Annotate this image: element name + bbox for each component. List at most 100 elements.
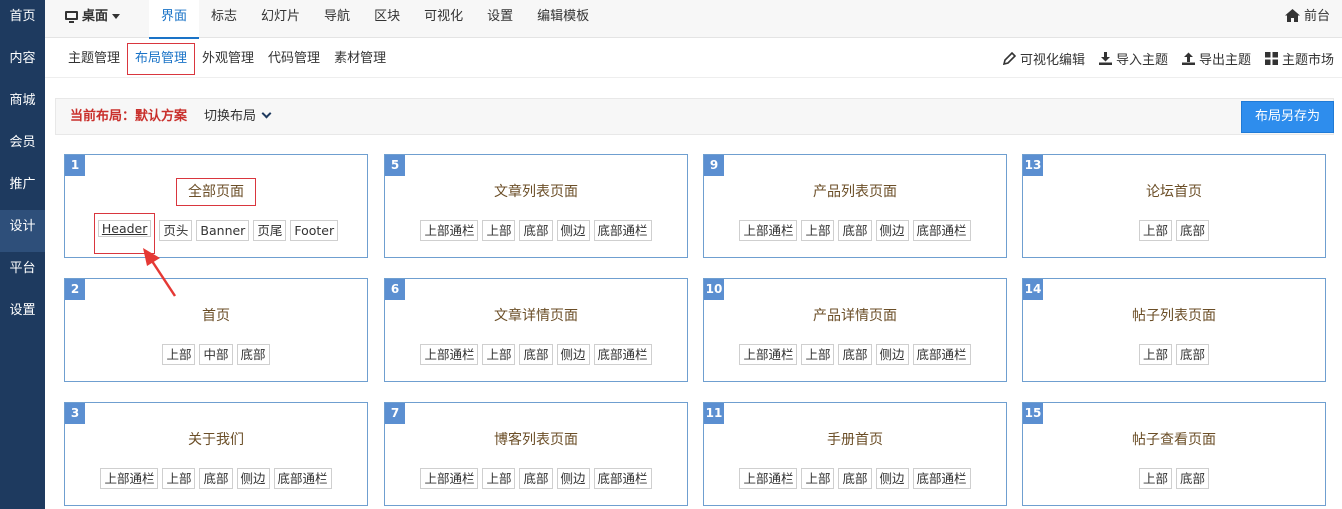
region-tag[interactable]: 侧边 <box>875 344 909 365</box>
region-tag[interactable]: 上部 <box>482 468 516 489</box>
region-tag[interactable]: 底部通栏 <box>593 468 652 489</box>
region-tag[interactable]: 上部通栏 <box>420 468 479 489</box>
layout-card: 6 文章详情页面 上部通栏 上部 底部 侧边 底部通栏 <box>384 278 688 382</box>
card-title[interactable]: 文章列表页面 <box>385 183 687 201</box>
top-tab[interactable]: 导航 <box>312 0 362 38</box>
region-tag[interactable]: 页头 <box>159 220 193 241</box>
sidebar-item[interactable]: 推广 <box>0 168 45 210</box>
region-tag[interactable]: Footer <box>290 220 339 241</box>
layout-card: 3 关于我们上部通栏 上部 底部 侧边 底部通栏 <box>64 402 368 506</box>
sidebar-item[interactable]: 会员 <box>0 126 45 168</box>
region-tag[interactable]: 上部 <box>482 220 516 241</box>
region-tag[interactable]: 上部 <box>482 344 516 365</box>
region-tag[interactable]: 底部 <box>199 468 233 489</box>
region-tag[interactable]: 底部 <box>519 220 553 241</box>
region-tag[interactable]: 底部 <box>1176 468 1210 489</box>
region-tag[interactable]: 侧边 <box>556 468 590 489</box>
region-tag[interactable]: 侧边 <box>875 468 909 489</box>
sidebar-item[interactable]: 平台 <box>0 252 45 294</box>
region-tag[interactable]: 上部 <box>162 468 196 489</box>
region-tag[interactable]: 底部 <box>1176 220 1210 241</box>
region-tag[interactable]: 上部通栏 <box>739 468 798 489</box>
card-title[interactable]: 关于我们 <box>65 431 367 449</box>
region-tag[interactable]: 侧边 <box>556 344 590 365</box>
theme-market-label: 主题市场 <box>1281 53 1334 68</box>
card-number-badge: 3 <box>65 403 85 424</box>
top-tab[interactable]: 幻灯片 <box>249 0 312 38</box>
region-tag[interactable]: 侧边 <box>875 220 909 241</box>
top-tab[interactable]: 可视化 <box>412 0 475 38</box>
top-tab[interactable]: 设置 <box>475 0 525 38</box>
region-tag[interactable]: 上部 <box>1138 344 1172 365</box>
region-tag[interactable]: 侧边 <box>556 220 590 241</box>
card-title[interactable]: 产品详情页面 <box>704 307 1006 325</box>
region-tag[interactable]: 底部通栏 <box>912 468 971 489</box>
card-title[interactable]: 博客列表页面 <box>385 431 687 449</box>
region-tag[interactable]: 上部通栏 <box>739 220 798 241</box>
top-tab[interactable]: 标志 <box>199 0 249 38</box>
card-number-badge: 2 <box>65 279 85 300</box>
card-title[interactable]: 帖子列表页面 <box>1023 307 1325 325</box>
region-tag[interactable]: 上部 <box>162 344 196 365</box>
sidebar-item[interactable]: 内容 <box>0 42 45 84</box>
region-tag[interactable]: 底部 <box>838 468 872 489</box>
region-tag[interactable]: 中部 <box>199 344 233 365</box>
visual-edit-button[interactable]: 可视化编辑 <box>1002 49 1085 68</box>
region-tag[interactable]: 底部 <box>236 344 270 365</box>
save-layout-as-button[interactable]: 布局另存为 <box>1240 101 1334 133</box>
theme-market-button[interactable]: 主题市场 <box>1264 49 1334 68</box>
region-tag[interactable]: Banner <box>196 220 250 241</box>
region-tag[interactable]: 底部 <box>838 220 872 241</box>
switch-layout-dropdown[interactable]: 切换布局 <box>204 99 272 134</box>
card-title[interactable]: 产品列表页面 <box>704 183 1006 201</box>
region-tag[interactable]: 底部通栏 <box>593 344 652 365</box>
top-tab[interactable]: 区块 <box>362 0 412 38</box>
sub-tab[interactable]: 布局管理 <box>127 42 196 75</box>
export-theme-label: 导出主题 <box>1198 53 1251 68</box>
sub-tab[interactable]: 外观管理 <box>195 44 261 74</box>
region-tag[interactable]: 底部 <box>519 344 553 365</box>
region-tag[interactable]: 侧边 <box>236 468 270 489</box>
region-tag[interactable]: 上部通栏 <box>739 344 798 365</box>
region-tag[interactable]: 底部通栏 <box>912 220 971 241</box>
region-tag[interactable]: 底部通栏 <box>912 344 971 365</box>
top-tab[interactable]: 界面 <box>149 0 200 39</box>
sub-tab[interactable]: 主题管理 <box>61 44 127 74</box>
region-tag[interactable]: 上部 <box>801 220 835 241</box>
top-tab[interactable]: 编辑模板 <box>525 0 601 38</box>
region-tag[interactable]: 底部通栏 <box>273 468 332 489</box>
layout-card: 13 论坛首页 上部 底部 <box>1022 154 1326 258</box>
card-title[interactable]: 全部页面 <box>65 178 367 206</box>
front-link[interactable]: 前台 <box>1284 0 1330 34</box>
card-number-badge: 15 <box>1023 403 1043 424</box>
region-tag[interactable]: Header <box>97 220 152 237</box>
card-title[interactable]: 帖子查看页面 <box>1023 431 1325 449</box>
desktop-dropdown[interactable]: 桌面 <box>65 0 121 38</box>
region-tag[interactable]: 上部通栏 <box>100 468 159 489</box>
card-title[interactable]: 手册首页 <box>704 431 1006 449</box>
card-title-text: 产品列表页面 <box>813 184 897 200</box>
region-tag[interactable]: 底部 <box>1176 344 1210 365</box>
import-theme-button[interactable]: 导入主题 <box>1098 49 1168 68</box>
region-tag[interactable]: 上部 <box>801 468 835 489</box>
card-title[interactable]: 首页 <box>65 307 367 325</box>
sidebar-item[interactable]: 商城 <box>0 84 45 126</box>
region-tag[interactable]: 上部通栏 <box>420 344 479 365</box>
sidebar-item[interactable]: 首页 <box>0 0 45 42</box>
region-tag[interactable]: 上部通栏 <box>420 220 479 241</box>
region-tag[interactable]: 页尾 <box>253 220 287 241</box>
card-title[interactable]: 论坛首页 <box>1023 183 1325 201</box>
export-theme-button[interactable]: 导出主题 <box>1181 49 1251 68</box>
sub-tab[interactable]: 代码管理 <box>261 44 327 74</box>
region-tag[interactable]: 上部 <box>1138 220 1172 241</box>
region-tag[interactable]: 底部 <box>838 344 872 365</box>
sidebar-item[interactable]: 设计 <box>0 210 45 252</box>
region-tag[interactable]: 底部 <box>519 468 553 489</box>
sub-tab[interactable]: 素材管理 <box>327 44 393 74</box>
region-tag[interactable]: 上部 <box>1138 468 1172 489</box>
region-tag[interactable]: 上部 <box>801 344 835 365</box>
sidebar-item[interactable]: 设置 <box>0 294 45 336</box>
card-title[interactable]: 文章详情页面 <box>385 307 687 325</box>
card-title-text: 手册首页 <box>827 432 883 448</box>
region-tag[interactable]: 底部通栏 <box>593 220 652 241</box>
